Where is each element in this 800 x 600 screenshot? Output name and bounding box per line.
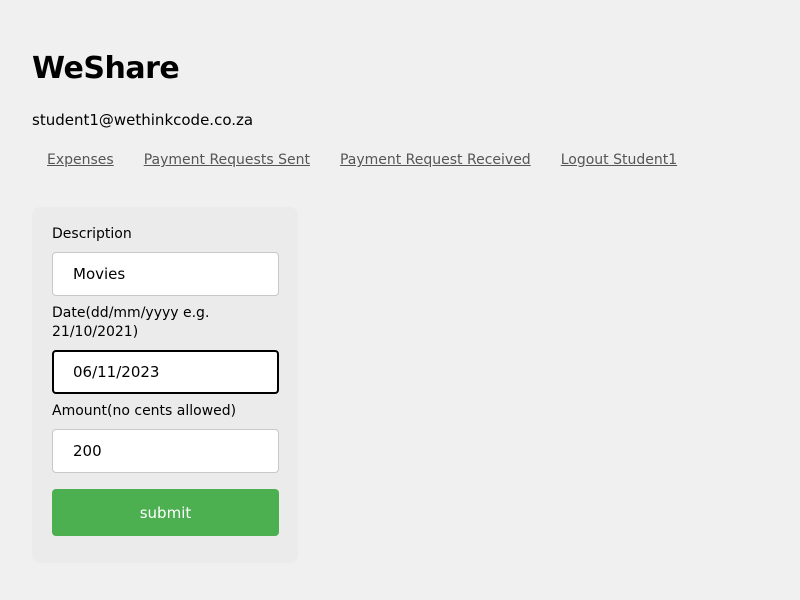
app-title: WeShare [32, 51, 180, 86]
date-label: Date(dd/mm/yyyy e.g. 21/10/2021) [52, 305, 210, 340]
expense-form: Description Date(dd/mm/yyyy e.g. 21/10/2… [32, 207, 298, 563]
user-email: student1@wethinkcode.co.za [32, 111, 254, 129]
nav-link-payment-request-received[interactable]: Payment Request Received [340, 150, 531, 170]
description-input[interactable] [52, 252, 279, 296]
page: WeShare student1@wethinkcode.co.za Expen… [0, 0, 800, 600]
nav-link-logout[interactable]: Logout Student1 [561, 150, 677, 170]
amount-label: Amount(no cents allowed) [52, 403, 237, 419]
nav-link-expenses[interactable]: Expenses [47, 150, 114, 170]
main-nav: Expenses Payment Requests Sent Payment R… [47, 150, 677, 170]
date-input[interactable] [52, 350, 279, 394]
submit-button[interactable]: submit [52, 489, 279, 536]
amount-input[interactable] [52, 429, 279, 473]
nav-link-payment-requests-sent[interactable]: Payment Requests Sent [144, 150, 310, 170]
description-label: Description [52, 226, 132, 242]
